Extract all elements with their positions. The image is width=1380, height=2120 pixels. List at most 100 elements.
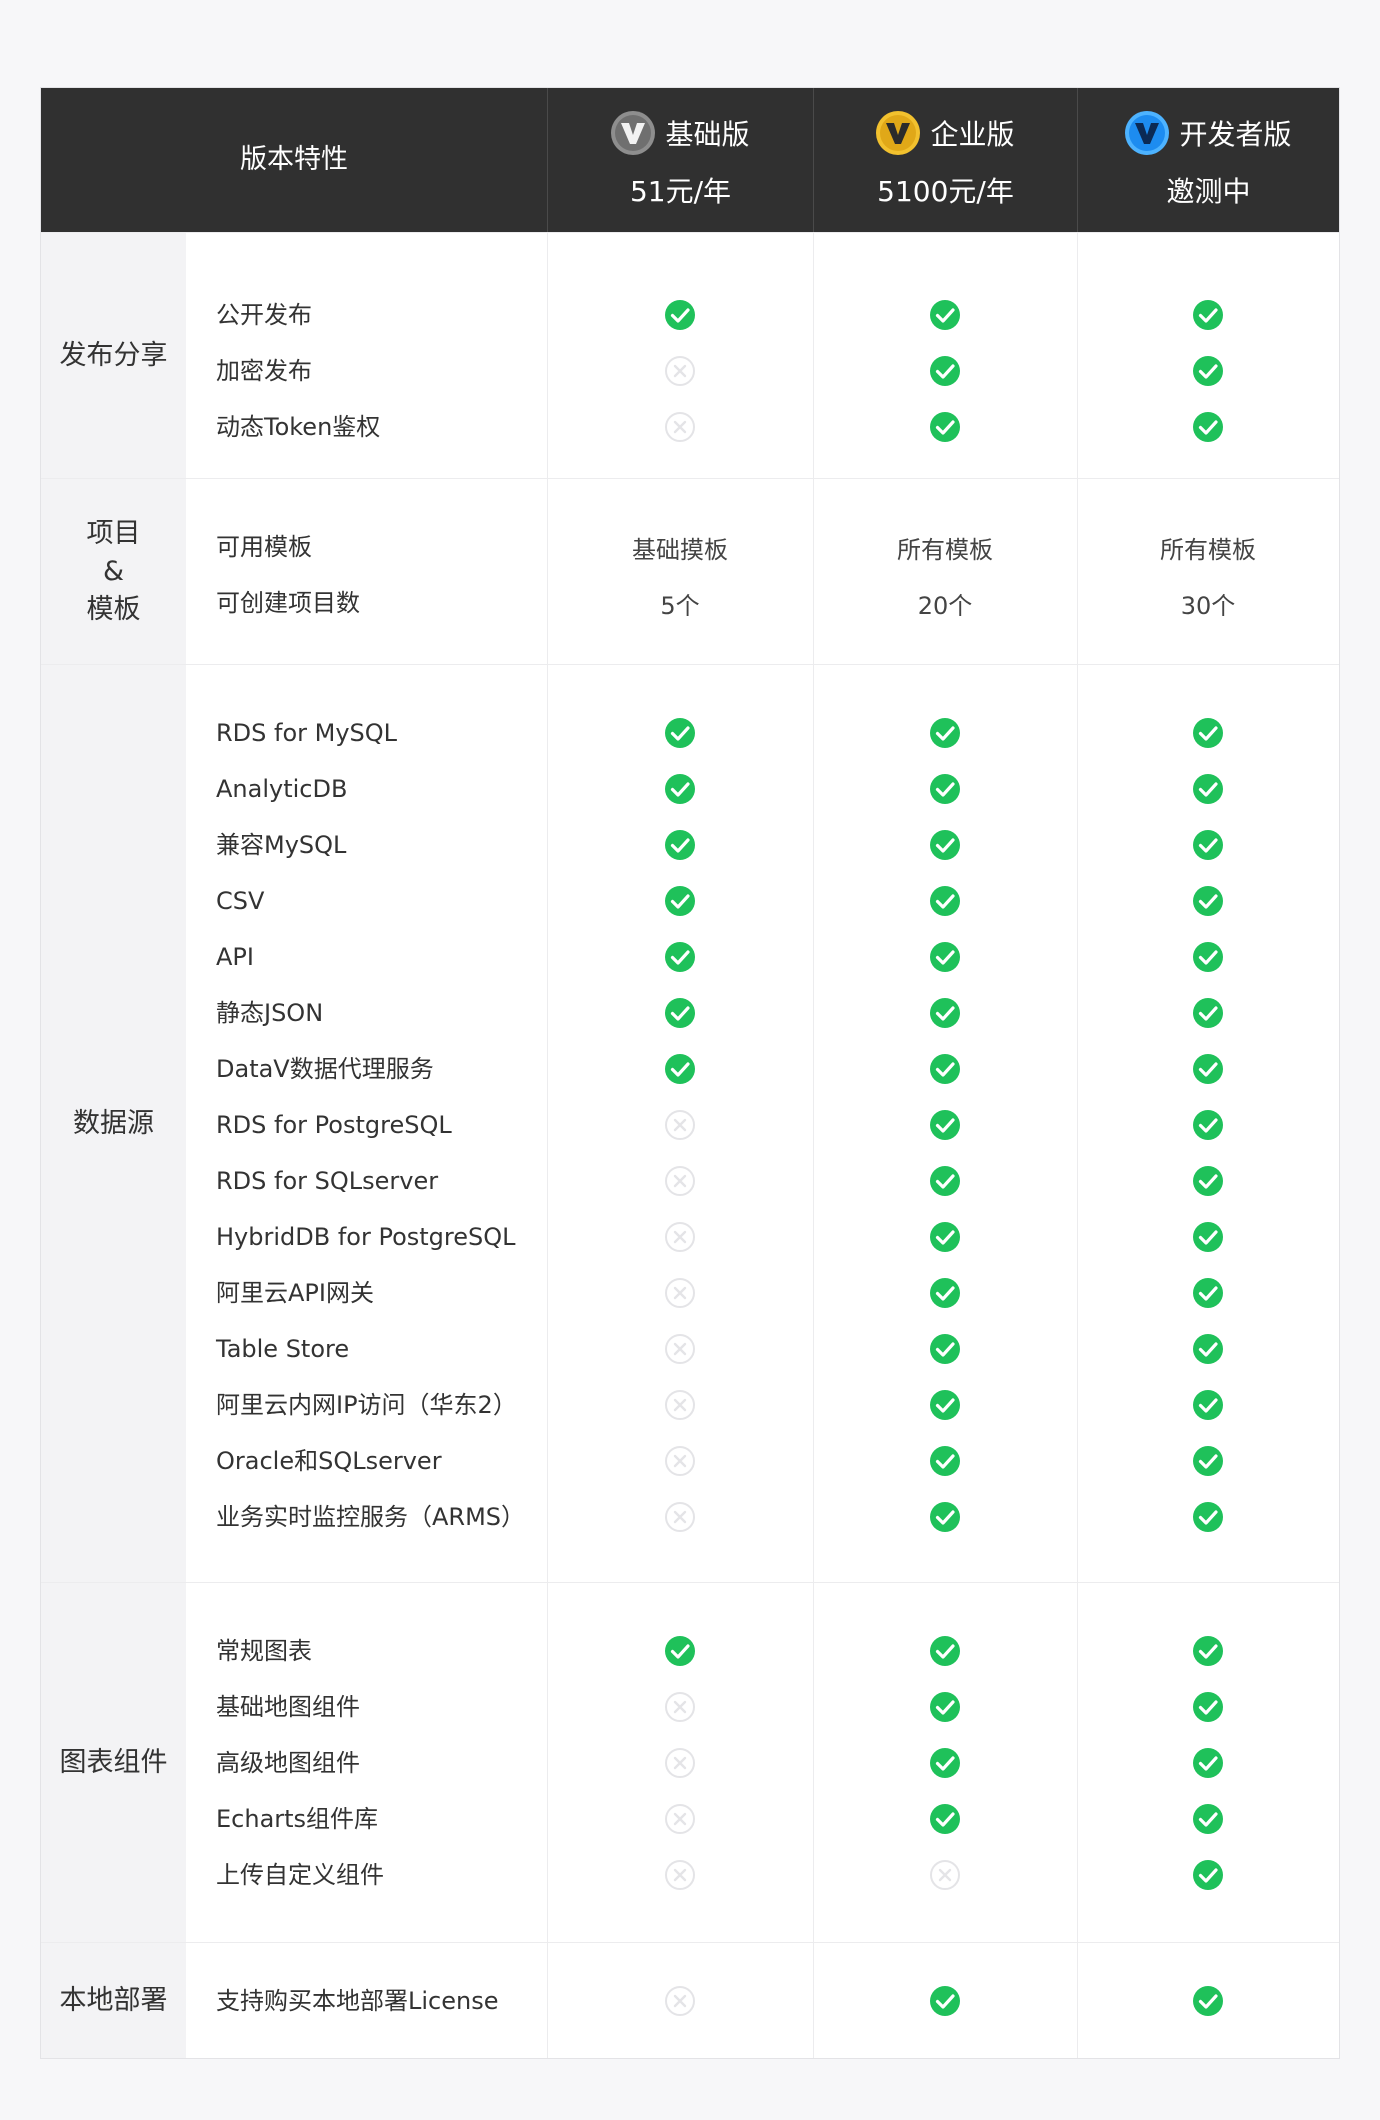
check-icon [547,985,813,1041]
cross-icon [547,1209,813,1265]
plan-value-text: 5个 [660,591,700,620]
table-row: 可创建项目数 5个 20个 30个 [41,575,1339,631]
feature-name: RDS for MySQL [216,719,398,747]
plan-value: 所有模板 [813,519,1077,575]
feature-name: 常规图表 [216,1637,312,1665]
cross-icon [813,1847,1077,1903]
feature-name: 兼容MySQL [216,831,347,859]
table-row: 支持购买本地部署License [41,1973,1339,2029]
cross-icon [547,1791,813,1847]
cross-icon [547,1735,813,1791]
check-icon [813,817,1077,873]
check-icon [1077,399,1339,455]
pricing-comparison-table: 版本特性 基础版 51元/年 企业版 5100元/年 开发者版 邀测中 发布分享… [40,87,1340,2059]
feature-name: 动态Token鉴权 [216,413,381,441]
check-icon [1077,761,1339,817]
datav-logo-blue-icon [1125,111,1170,155]
feature-name: 静态JSON [216,999,324,1027]
check-icon [813,287,1077,343]
check-icon [813,343,1077,399]
table-row: API [41,929,1339,985]
feature-section: 本地部署 支持购买本地部署License [41,1942,1339,2058]
feature-name: 阿里云API网关 [216,1279,374,1307]
plan-value-text: 所有模板 [1160,535,1256,564]
table-row: HybridDB for PostgreSQL [41,1209,1339,1265]
table-row: 常规图表 [41,1623,1339,1679]
check-icon [547,873,813,929]
feature-name: RDS for SQLserver [216,1167,439,1195]
table-row: 高级地图组件 [41,1735,1339,1791]
table-row: 基础地图组件 [41,1679,1339,1735]
feature-name: 加密发布 [216,357,312,385]
plan-header-enterprise: 企业版 5100元/年 [813,88,1077,232]
plan-value: 20个 [813,575,1077,631]
cross-icon [547,1321,813,1377]
check-icon [1077,1973,1339,2029]
check-icon [813,1623,1077,1679]
cross-icon [547,1377,813,1433]
cross-icon [547,1973,813,2029]
feature-name: 可用模板 [216,533,312,561]
feature-section: 项目 & 模板 可用模板 基础摸板 所有模板 所有模板 可创建项目数 5个 20个 30个 [41,478,1339,664]
feature-name: 上传自定义组件 [216,1861,384,1889]
feature-name: 基础地图组件 [216,1693,360,1721]
table-row: DataV数据代理服务 [41,1041,1339,1097]
check-icon [1077,287,1339,343]
check-icon [1077,1097,1339,1153]
check-icon [813,1433,1077,1489]
cross-icon [547,1097,813,1153]
table-row: CSV [41,873,1339,929]
check-icon [1077,1433,1339,1489]
check-icon [1077,1321,1339,1377]
features-column-header: 版本特性 [240,144,348,175]
table-row: RDS for MySQL [41,705,1339,761]
feature-name: CSV [216,887,265,915]
cross-icon [547,1153,813,1209]
feature-name: 公开发布 [216,301,312,329]
plan-value: 5个 [547,575,813,631]
table-row: AnalyticDB [41,761,1339,817]
check-icon [1077,1489,1339,1545]
check-icon [813,985,1077,1041]
datav-logo-grey-icon [611,111,656,155]
cross-icon [547,1433,813,1489]
check-icon [547,761,813,817]
feature-name: 可创建项目数 [216,589,360,617]
check-icon [1077,343,1339,399]
plan-price: 邀测中 [1166,175,1251,208]
table-row: 上传自定义组件 [41,1847,1339,1903]
feature-name: 高级地图组件 [216,1749,360,1777]
check-icon [813,1377,1077,1433]
plan-value-text: 30个 [1180,591,1236,620]
check-icon [1077,1265,1339,1321]
table-row: 公开发布 [41,287,1339,343]
check-icon [547,929,813,985]
cross-icon [547,1679,813,1735]
feature-name: 阿里云内网IP访问（华东2） [216,1391,517,1419]
check-icon [813,399,1077,455]
table-row: Table Store [41,1321,1339,1377]
check-icon [1077,1847,1339,1903]
check-icon [547,1041,813,1097]
feature-section: 发布分享 公开发布 加密发布 动态Token鉴权 [41,232,1339,478]
check-icon [1077,1377,1339,1433]
check-icon [547,287,813,343]
table-row: 阿里云API网关 [41,1265,1339,1321]
plan-value-text: 基础摸板 [632,535,728,564]
feature-name: AnalyticDB [216,775,348,803]
datav-logo-gold-icon [876,111,921,155]
table-row: RDS for SQLserver [41,1153,1339,1209]
check-icon [1077,929,1339,985]
feature-name: Oracle和SQLserver [216,1447,442,1475]
feature-name: 支持购买本地部署License [216,1987,499,2015]
check-icon [1077,705,1339,761]
table-row: 加密发布 [41,343,1339,399]
check-icon [1077,1679,1339,1735]
check-icon [813,1489,1077,1545]
check-icon [813,1679,1077,1735]
check-icon [813,1735,1077,1791]
check-icon [813,873,1077,929]
cross-icon [547,343,813,399]
check-icon [1077,1041,1339,1097]
plan-value: 所有模板 [1077,519,1339,575]
